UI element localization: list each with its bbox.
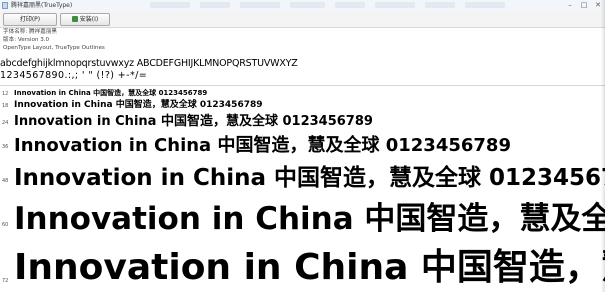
preview-text: Innovation in China 中国智造，慧及全球 0123456789 <box>14 100 263 110</box>
font-name-line: 字体名称: 腾祥嘉丽黑 <box>3 29 58 35</box>
alphabet-sample: abcdefghijklmnopqrstuvwxyz ABCDEFGHIJKLM… <box>0 58 298 69</box>
install-button-label: 安装(I) <box>79 16 99 23</box>
divider <box>0 85 605 86</box>
install-shield-icon <box>71 16 78 22</box>
print-button-label: 打印(P) <box>19 16 41 23</box>
preview-text: Innovation in China 中国智造，慧及全球 0123456789 <box>14 201 605 237</box>
title-bar-decoration <box>290 2 325 8</box>
preview-row-60: 60 Innovation in China 中国智造，慧及全球 0123456… <box>0 196 605 242</box>
font-file-icon <box>2 2 8 9</box>
preview-text: Innovation in China 中国智造，慧及全球 0123456789 <box>14 247 605 288</box>
preview-row-48: 48 Innovation in China 中国智造，慧及全球 0123456… <box>0 160 605 196</box>
preview-row-18: 18 Innovation in China 中国智造，慧及全球 0123456… <box>0 98 605 112</box>
size-label: 18 <box>2 103 9 109</box>
preview-row-24: 24 Innovation in China 中国智造，慧及全球 0123456… <box>0 112 605 132</box>
title-bar-decoration <box>465 2 505 8</box>
size-label: 36 <box>2 144 9 150</box>
title-bar-decoration <box>335 2 365 8</box>
size-label: 24 <box>2 120 9 126</box>
toolbar: 打印(P) 安装(I) <box>0 11 605 28</box>
digits-symbols-sample: 1234567890.:,; ' " (!?) +-*/= <box>0 70 148 81</box>
window-title: 腾祥嘉丽黑(TrueType) <box>11 2 73 9</box>
font-version-line: 版本: Version 3.0 <box>3 37 50 43</box>
preview-row-72: 72 Innovation in China 中国智造，慧及全球 0123456… <box>0 242 605 292</box>
title-bar-decoration <box>375 2 415 8</box>
title-bar-decoration <box>240 2 280 8</box>
minimize-button[interactable]: – <box>566 1 574 9</box>
install-button[interactable]: 安装(I) <box>60 13 110 26</box>
title-bar-decoration <box>150 2 190 8</box>
size-label: 12 <box>2 91 9 97</box>
font-outline-line: OpenType Layout, TrueType Outlines <box>3 45 105 51</box>
title-bar-decoration <box>425 2 455 8</box>
size-label: 72 <box>2 278 9 284</box>
window-controls: – □ ✕ <box>566 1 602 9</box>
maximize-button[interactable]: □ <box>580 1 588 9</box>
size-label: 60 <box>2 222 9 228</box>
print-button[interactable]: 打印(P) <box>3 13 57 26</box>
preview-text: Innovation in China 中国智造，慧及全球 0123456789 <box>14 135 511 156</box>
preview-row-36: 36 Innovation in China 中国智造，慧及全球 0123456… <box>0 132 605 160</box>
title-bar-decoration <box>200 2 230 8</box>
preview-text: Innovation in China 中国智造，慧及全球 0123456789 <box>14 165 605 191</box>
preview-text: Innovation in China 中国智造，慧及全球 0123456789 <box>14 114 373 129</box>
window-edge-shadow <box>601 0 605 292</box>
size-label: 48 <box>2 178 9 184</box>
